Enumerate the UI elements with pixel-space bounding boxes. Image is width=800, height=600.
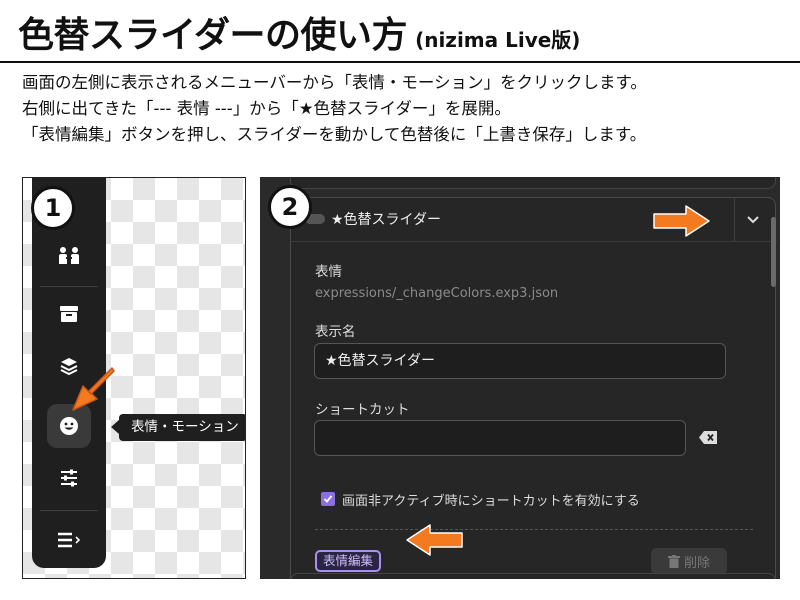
- arrow-pointer-icon: [72, 367, 115, 411]
- checkbox-label: 画面非アクティブ時にショートカットを有効にする: [342, 494, 640, 509]
- display-name-input[interactable]: ★色替スライダー: [314, 343, 726, 379]
- delete-button[interactable]: 削除: [651, 548, 727, 574]
- title-sub: (nizima Live版): [415, 28, 581, 52]
- next-item-card: [290, 573, 776, 579]
- box-icon[interactable]: [47, 292, 91, 336]
- title-divider: [0, 61, 800, 63]
- menu-icon[interactable]: [47, 518, 91, 562]
- arrow-left-icon: [406, 524, 463, 556]
- expression-item-card: ★色替スライダー 表情 expressions/_changeColors.ex…: [290, 197, 777, 579]
- expression-label: 表情: [315, 264, 342, 280]
- edit-expression-button[interactable]: 表情編集: [315, 550, 382, 572]
- shortcut-input[interactable]: [314, 420, 686, 456]
- expression-path: expressions/_changeColors.exp3.json: [315, 286, 559, 301]
- tooltip-expression-motion: 表情・モーション: [111, 414, 245, 441]
- title-main: 色替スライダーの使い方: [18, 15, 408, 56]
- arrow-right-icon: [653, 205, 710, 237]
- display-name-label: 表示名: [315, 324, 356, 340]
- step-number-2: 2: [268, 185, 312, 229]
- page-title: 色替スライダーの使い方 (nizima Live版): [18, 6, 580, 58]
- step-number-1: 1: [31, 186, 75, 230]
- panel-1-screenshot: 1 表情・モーション: [22, 177, 246, 579]
- instruction-line-3: 「表情編集」ボタンを押し、スライダーを動かして色替後に「上書き保存」します。: [22, 125, 647, 144]
- trash-icon: [667, 554, 680, 568]
- people-icon[interactable]: [47, 234, 91, 278]
- shortcut-label: ショートカット: [315, 402, 410, 418]
- delete-label: 削除: [683, 555, 710, 571]
- chevron-down-icon[interactable]: [745, 212, 761, 228]
- backspace-clear-icon[interactable]: [699, 431, 717, 444]
- checkbox-shortcut-inactive[interactable]: [321, 492, 335, 506]
- instruction-line-1: 画面の左側に表示されるメニューバーから「表情・モーション」をクリックします。: [22, 73, 647, 92]
- instruction-line-2: 右側に出てきた「--- 表情 ---」から「★色替スライダー」を展開。: [22, 99, 511, 118]
- panel-2-screenshot: ★色替スライダー 表情 expressions/_changeColors.ex…: [260, 177, 780, 579]
- sliders-icon[interactable]: [47, 456, 91, 500]
- item-title: ★色替スライダー: [331, 212, 441, 228]
- checkmark-icon: [323, 495, 333, 503]
- instructions: 画面の左側に表示されるメニューバーから「表情・モーション」をクリックします。 右…: [22, 70, 792, 148]
- previous-item-card: [290, 177, 776, 189]
- face-icon: [60, 417, 78, 435]
- scrollbar-thumb[interactable]: [771, 217, 776, 287]
- divider: [315, 529, 753, 530]
